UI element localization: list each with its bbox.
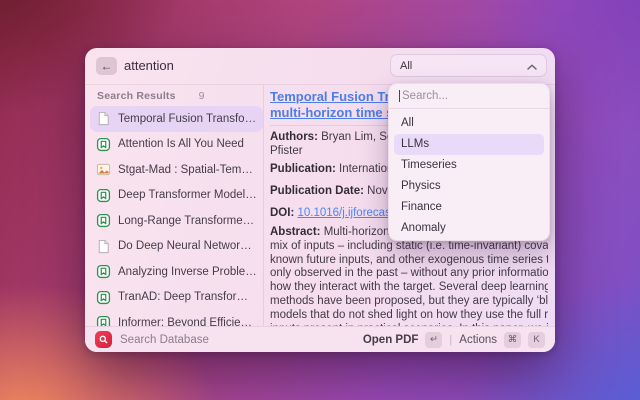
result-item[interactable]: Stgat-Mad : Spatial-Temporal Gr... — [90, 157, 263, 183]
dropdown-option-anomaly[interactable]: Anomaly — [394, 218, 544, 239]
document-icon — [96, 111, 111, 126]
dropdown-option-timeseries[interactable]: Timeseries — [394, 155, 544, 176]
results-count: 9 — [199, 90, 205, 102]
result-title: Deep Transformer Models for Ti... — [118, 189, 257, 201]
result-title: Do Deep Neural Networks Contr... — [118, 240, 257, 252]
bookmark-icon — [96, 188, 111, 203]
document-icon — [96, 239, 111, 254]
result-title: Stgat-Mad : Spatial-Temporal Gr... — [118, 164, 257, 176]
dropdown-option-physics[interactable]: Physics — [394, 176, 544, 197]
footer-bar: Search Database Open PDF ↵ | Actions ⌘ K — [85, 326, 555, 352]
result-item[interactable]: Do Deep Neural Networks Contr... — [90, 234, 263, 260]
dropdown-option-all[interactable]: All — [394, 113, 544, 134]
result-title: Analyzing Inverse Problems with... — [118, 266, 257, 278]
database-search-input[interactable]: Search Database — [120, 334, 355, 346]
k-key-badge: K — [528, 332, 545, 348]
results-header: Search Results9 — [97, 90, 205, 102]
enter-key-badge: ↵ — [425, 332, 442, 348]
result-item[interactable]: TranAD: Deep Transformer Net... — [90, 285, 263, 311]
category-select[interactable]: All — [390, 54, 547, 77]
dropdown-option-llms[interactable]: LLMs — [394, 134, 544, 155]
open-pdf-button[interactable]: Open PDF — [363, 334, 419, 346]
chevron-up-icon — [527, 57, 537, 75]
desktop-background: ← attention All Search Results9 Temporal… — [0, 0, 640, 400]
bookmark-icon — [96, 290, 111, 305]
results-list: Temporal Fusion Transformers f... Attent… — [90, 106, 263, 326]
result-title: Temporal Fusion Transformers f... — [118, 113, 257, 125]
dropdown-option-finance[interactable]: Finance — [394, 197, 544, 218]
result-item[interactable]: Long-Range Transformers for D... — [90, 208, 263, 234]
bookmark-icon — [96, 137, 111, 152]
cmd-key-badge: ⌘ — [504, 332, 521, 348]
category-dropdown: Search... All LLMs Timeseries Physics Fi… — [388, 83, 550, 241]
result-title: Long-Range Transformers for D... — [118, 215, 257, 227]
result-item[interactable]: Temporal Fusion Transformers f... — [90, 106, 263, 132]
text-caret — [399, 90, 400, 102]
query-title: attention — [124, 58, 174, 73]
dropdown-options: All LLMs Timeseries Physics Finance Anom… — [389, 109, 549, 243]
category-select-value: All — [400, 60, 412, 72]
result-item[interactable]: Informer: Beyond Efficient Trans — [90, 310, 263, 326]
result-item[interactable]: Analyzing Inverse Problems with... — [90, 259, 263, 285]
dropdown-search-input[interactable]: Search... — [389, 84, 549, 109]
bookmark-icon — [96, 264, 111, 279]
result-title: Informer: Beyond Efficient Trans — [118, 317, 257, 326]
bookmark-icon — [96, 213, 111, 228]
actions-button[interactable]: Actions — [459, 334, 497, 346]
result-item[interactable]: Attention Is All You Need — [90, 132, 263, 158]
result-title: TranAD: Deep Transformer Net... — [118, 291, 257, 303]
panel-divider — [263, 85, 264, 326]
image-icon — [96, 162, 111, 177]
footer-separator: | — [449, 334, 452, 346]
back-button[interactable]: ← — [96, 57, 117, 75]
bookmark-icon — [96, 315, 111, 326]
search-app-window: ← attention All Search Results9 Temporal… — [85, 48, 555, 352]
result-title: Attention Is All You Need — [118, 138, 244, 150]
result-item[interactable]: Deep Transformer Models for Ti... — [90, 183, 263, 209]
dropdown-search-placeholder: Search... — [402, 90, 448, 102]
back-arrow-icon: ← — [101, 59, 113, 73]
app-search-icon — [95, 331, 112, 348]
footer-actions: Open PDF ↵ | Actions ⌘ K — [363, 332, 545, 348]
